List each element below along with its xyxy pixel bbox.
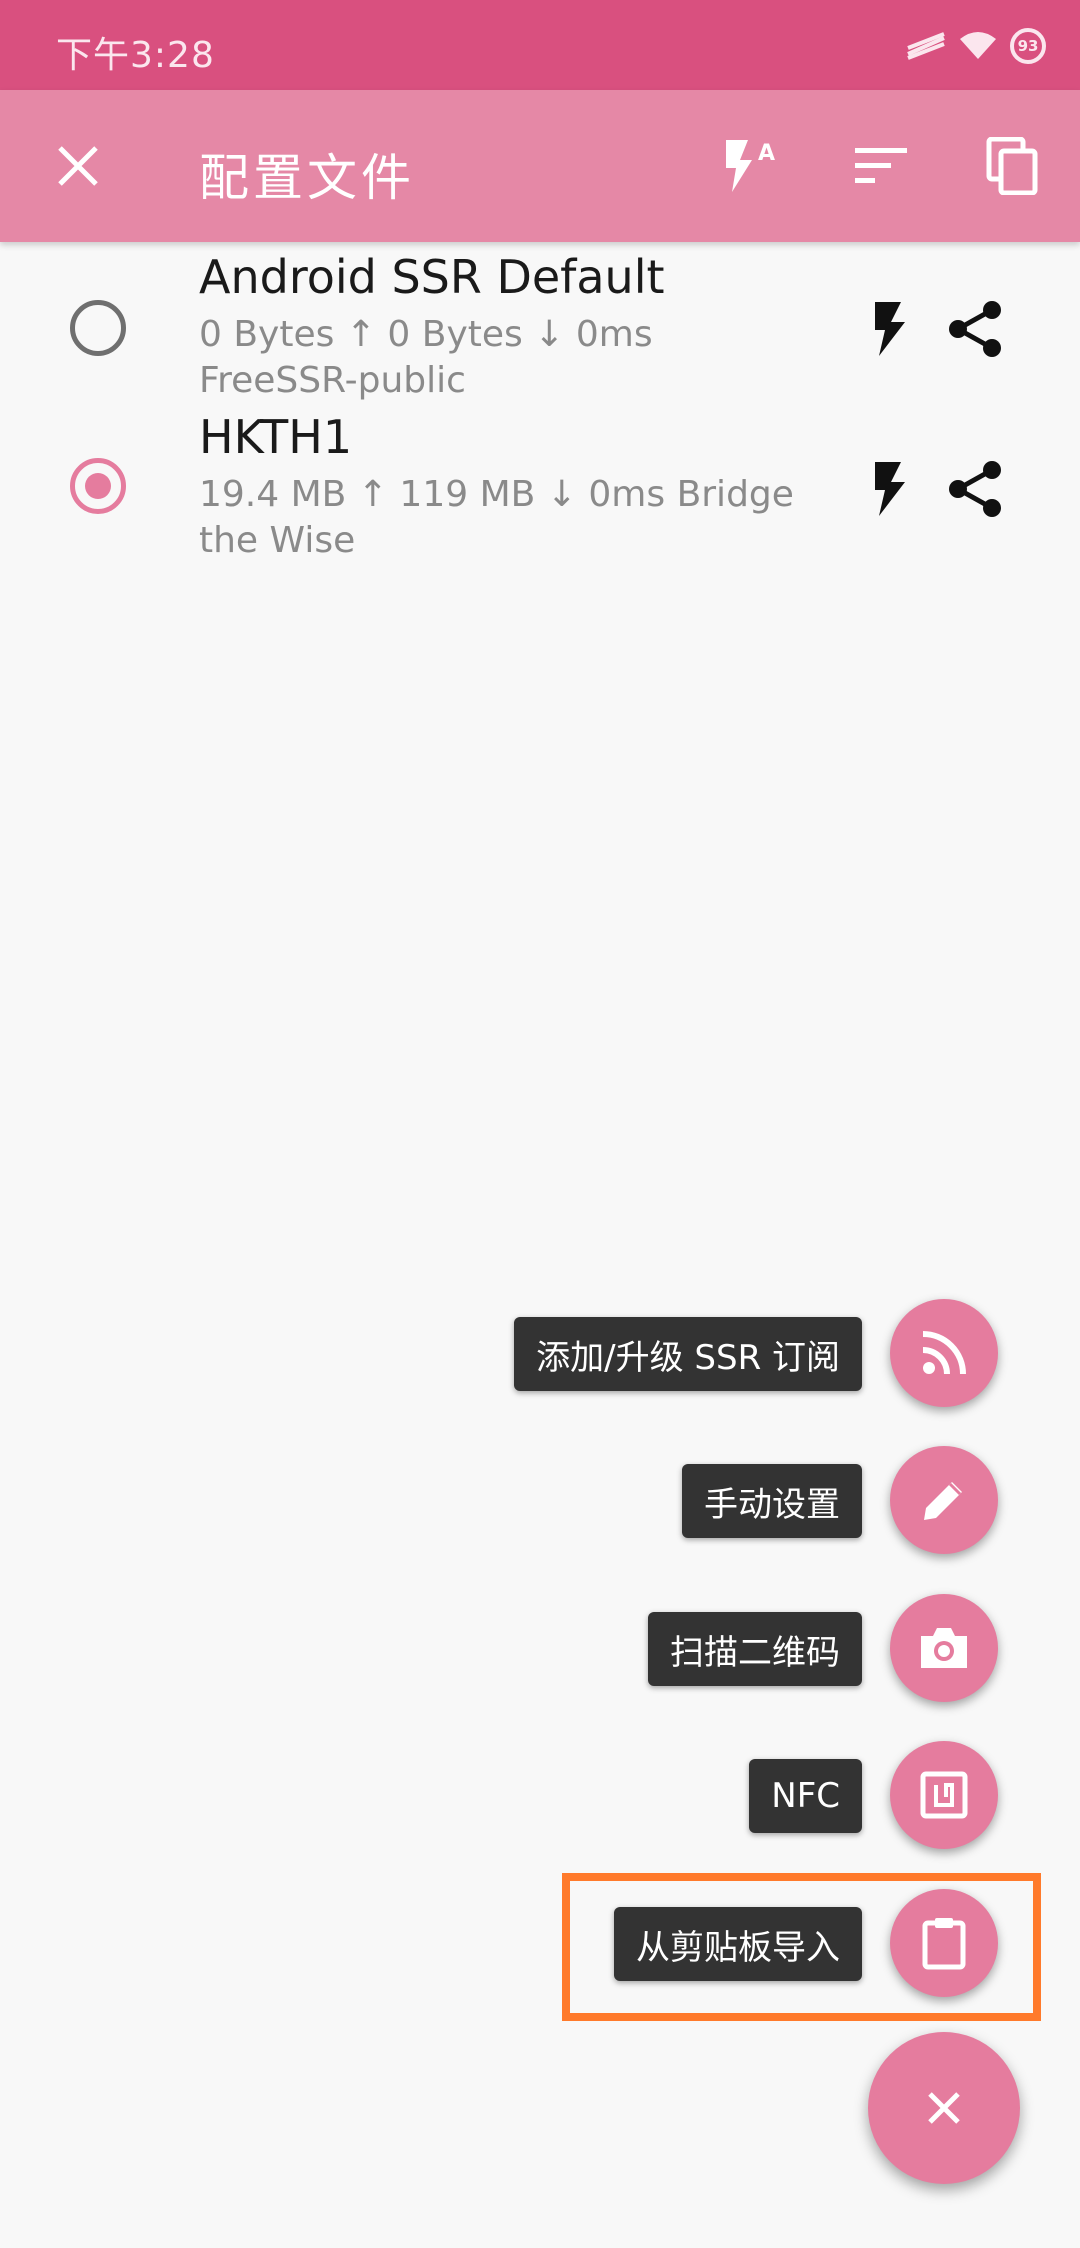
status-icons: 93 bbox=[906, 28, 1046, 64]
fab-item-nfc[interactable]: NFC bbox=[0, 1735, 1080, 1849]
test-button[interactable] bbox=[854, 454, 924, 524]
copy-button[interactable] bbox=[972, 126, 1052, 206]
profile-radio-selected[interactable] bbox=[70, 458, 126, 514]
fab-label[interactable]: NFC bbox=[749, 1759, 862, 1833]
battery-icon: 93 bbox=[1010, 28, 1046, 64]
profile-traffic: 0 Bytes ↑ 0 Bytes ↓ 0ms bbox=[199, 314, 653, 355]
nfc-button[interactable] bbox=[890, 1741, 998, 1849]
page-title: 配置文件 bbox=[199, 149, 415, 207]
pencil-icon bbox=[924, 1482, 962, 1520]
fab-close-button[interactable] bbox=[868, 2032, 1020, 2184]
subscription-button[interactable] bbox=[890, 1299, 998, 1407]
highlight-box bbox=[562, 1873, 1041, 2021]
test-all-button[interactable]: A bbox=[710, 126, 790, 206]
toolbar: 配置文件 A bbox=[0, 90, 1080, 242]
close-button[interactable] bbox=[38, 126, 118, 206]
svg-text:A: A bbox=[758, 141, 775, 166]
signal-icon bbox=[907, 32, 945, 60]
profile-group: FreeSSR-public bbox=[199, 360, 466, 401]
profile-details: 19.4 MB ↑ 119 MB ↓ 0ms Bridge the Wise bbox=[199, 472, 839, 564]
nfc-icon bbox=[920, 1771, 968, 1819]
manual-settings-button[interactable] bbox=[890, 1446, 998, 1554]
sort-button[interactable] bbox=[841, 126, 921, 206]
share-button[interactable] bbox=[940, 454, 1010, 524]
profile-traffic: 19.4 MB ↑ 119 MB ↓ 0ms bbox=[199, 474, 666, 515]
status-time: 下午3:28 bbox=[56, 35, 215, 76]
fab-item-scan-qr[interactable]: 扫描二维码 bbox=[0, 1588, 1080, 1702]
scan-qr-button[interactable] bbox=[890, 1594, 998, 1702]
copy-icon bbox=[986, 137, 1038, 195]
close-icon bbox=[58, 146, 98, 186]
fab-label[interactable]: 手动设置 bbox=[682, 1464, 862, 1538]
profile-name: Android SSR Default bbox=[199, 250, 665, 304]
close-icon bbox=[928, 2092, 960, 2124]
list-item[interactable]: Android SSR Default 0 Bytes ↑ 0 Bytes ↓ … bbox=[0, 250, 1080, 410]
rss-icon bbox=[922, 1331, 966, 1375]
share-icon bbox=[949, 461, 1001, 517]
fab-item-subscription[interactable]: 添加/升级 SSR 订阅 bbox=[0, 1293, 1080, 1407]
flash-auto-icon: A bbox=[726, 140, 775, 192]
profile-radio[interactable] bbox=[70, 300, 126, 356]
sort-icon bbox=[855, 148, 907, 183]
fab-label[interactable]: 添加/升级 SSR 订阅 bbox=[514, 1317, 862, 1391]
profile-name: HKTH1 bbox=[199, 410, 353, 464]
wifi-icon bbox=[960, 32, 996, 59]
test-button[interactable] bbox=[854, 294, 924, 364]
flash-icon bbox=[875, 462, 905, 516]
fab-label[interactable]: 扫描二维码 bbox=[648, 1612, 862, 1686]
share-icon bbox=[949, 301, 1001, 357]
share-button[interactable] bbox=[940, 294, 1010, 364]
flash-icon bbox=[875, 302, 905, 356]
fab-item-manual[interactable]: 手动设置 bbox=[0, 1440, 1080, 1554]
profile-details: 0 Bytes ↑ 0 Bytes ↓ 0ms FreeSSR-public bbox=[199, 312, 839, 404]
list-item[interactable]: HKTH1 19.4 MB ↑ 119 MB ↓ 0ms Bridge the … bbox=[0, 410, 1080, 570]
camera-icon bbox=[921, 1628, 967, 1668]
status-bar: 下午3:28 93 bbox=[0, 0, 1080, 90]
